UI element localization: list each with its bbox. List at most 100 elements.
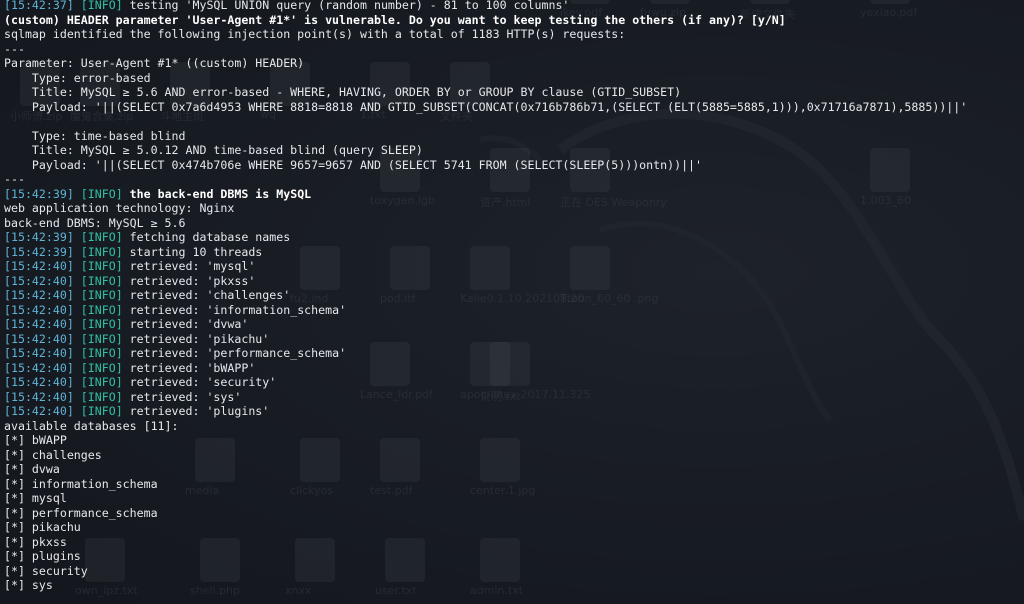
info-tag: [INFO]: [80, 230, 123, 244]
terminal-line: Title: MySQL ≥ 5.0.12 AND time-based bli…: [4, 143, 1020, 158]
timestamp: [15:42:40]: [4, 375, 74, 389]
info-tag: [INFO]: [80, 186, 123, 201]
output-text: fetching database names: [122, 230, 291, 244]
info-tag: [INFO]: [80, 375, 123, 389]
timestamp: [15:42:39]: [4, 244, 74, 259]
output-text: [*] mysql: [4, 491, 67, 505]
info-tag: [INFO]: [80, 346, 123, 360]
output-text: retrieved: 'security': [122, 375, 277, 389]
output-text: ---: [4, 172, 25, 186]
timestamp: [15:42:40]: [4, 317, 74, 331]
terminal-line: [15:42:40] [INFO] retrieved: 'pikachu': [4, 332, 1020, 347]
highlight-text: the back-end DBMS is MySQL: [129, 186, 312, 201]
terminal-line: [*] pikachu: [4, 520, 1020, 535]
terminal-line: [15:42:39] [INFO] fetching database name…: [4, 230, 1020, 245]
info-tag: [INFO]: [80, 259, 123, 273]
timestamp: [15:42:40]: [4, 273, 74, 288]
timestamp: [15:42:40]: [4, 259, 74, 273]
output-text: retrieved: 'performance_schema': [122, 346, 347, 360]
output-text: retrieved: 'plugins': [122, 404, 270, 418]
info-tag: [INFO]: [80, 302, 123, 317]
output-text: retrieved: 'bWAPP': [122, 360, 256, 375]
terminal-line: web application technology: Nginx: [4, 201, 1020, 216]
timestamp: [15:42:40]: [4, 389, 74, 404]
terminal-line: [*] dvwa: [4, 462, 1020, 477]
terminal-line: [*] challenges: [4, 448, 1020, 463]
terminal-line: Type: time-based blind: [4, 129, 1020, 144]
terminal-line: [*] sys: [4, 578, 1020, 593]
output-text: retrieved: 'challenges': [122, 288, 291, 302]
terminal-line: available databases [11]:: [4, 419, 1020, 434]
info-tag: [INFO]: [80, 331, 123, 346]
terminal-line: [*] pkxss: [4, 535, 1020, 550]
output-text: [*] pkxss: [4, 534, 67, 549]
terminal-line: [15:42:40] [INFO] retrieved: 'dvwa': [4, 317, 1020, 332]
output-text: Title: MySQL ≥ 5.0.12 AND time-based bli…: [4, 143, 423, 157]
info-tag: [INFO]: [80, 389, 123, 404]
output-text: retrieved: 'pkxss': [122, 273, 256, 288]
terminal-line: (custom) HEADER parameter 'User-Agent #1…: [4, 13, 1020, 28]
timestamp: [15:42:40]: [4, 288, 74, 302]
info-tag: [INFO]: [80, 0, 123, 12]
output-text: [*] bWAPP: [4, 433, 67, 447]
output-text: [*] security: [4, 563, 88, 578]
output-text: Title: MySQL ≥ 5.6 AND error-based - WHE…: [4, 85, 682, 99]
output-text: sqlmap identified the following injectio…: [4, 27, 626, 41]
terminal-line: [15:42:40] [INFO] retrieved: 'performanc…: [4, 346, 1020, 361]
terminal-line: [*] information_schema: [4, 477, 1020, 492]
timestamp: [15:42:40]: [4, 331, 74, 346]
terminal-line: Type: error-based: [4, 71, 1020, 86]
info-tag: [INFO]: [80, 360, 123, 375]
info-tag: [INFO]: [80, 404, 123, 418]
info-tag: [INFO]: [80, 273, 123, 288]
terminal-output: [15:42:37] [INFO] testing 'MySQL UNION q…: [4, 0, 1020, 593]
output-text: available databases [11]:: [4, 418, 179, 433]
output-text: [*] information_schema: [4, 476, 158, 491]
terminal-line: sqlmap identified the following injectio…: [4, 27, 1020, 42]
output-text: [*] challenges: [4, 447, 102, 462]
terminal-line: back-end DBMS: MySQL ≥ 5.6: [4, 216, 1020, 231]
highlight-text: (custom) HEADER parameter 'User-Agent #1…: [4, 12, 786, 27]
terminal-line: [*] mysql: [4, 491, 1020, 506]
terminal-window[interactable]: [15:42:37] [INFO] testing 'MySQL UNION q…: [0, 0, 1024, 604]
terminal-line: [15:42:39] [INFO] the back-end DBMS is M…: [4, 187, 1020, 202]
info-tag: [INFO]: [80, 244, 123, 259]
output-text: retrieved: 'sys': [122, 389, 242, 404]
terminal-line: [*] bWAPP: [4, 433, 1020, 448]
output-text: back-end DBMS: MySQL ≥ 5.6: [4, 215, 186, 230]
output-text: [*] pikachu: [4, 520, 81, 534]
terminal-line: [15:42:40] [INFO] retrieved: 'informatio…: [4, 303, 1020, 318]
timestamp: [15:42:40]: [4, 360, 74, 375]
output-text: [*] dvwa: [4, 462, 60, 476]
terminal-line: [15:42:39] [INFO] starting 10 threads: [4, 245, 1020, 260]
terminal-line: [15:42:40] [INFO] retrieved: 'bWAPP': [4, 361, 1020, 376]
output-text: retrieved: 'pikachu': [122, 331, 270, 346]
terminal-line: Title: MySQL ≥ 5.6 AND error-based - WHE…: [4, 85, 1020, 100]
output-text: Type: error-based: [4, 70, 151, 85]
info-tag: [INFO]: [80, 288, 123, 302]
info-tag: [INFO]: [80, 317, 123, 331]
terminal-line: [15:42:40] [INFO] retrieved: 'challenges…: [4, 288, 1020, 303]
output-text: ---: [4, 41, 25, 56]
terminal-line: ---: [4, 42, 1020, 57]
terminal-line: ---: [4, 172, 1020, 187]
output-text: testing 'MySQL UNION query (random numbe…: [122, 0, 570, 12]
terminal-line: [*] performance_schema: [4, 506, 1020, 521]
terminal-line: [*] plugins: [4, 549, 1020, 564]
terminal-line: [*] security: [4, 564, 1020, 579]
output-text: Parameter: User-Agent #1* ((custom) HEAD…: [4, 56, 305, 70]
output-text: retrieved: 'mysql': [122, 259, 256, 273]
